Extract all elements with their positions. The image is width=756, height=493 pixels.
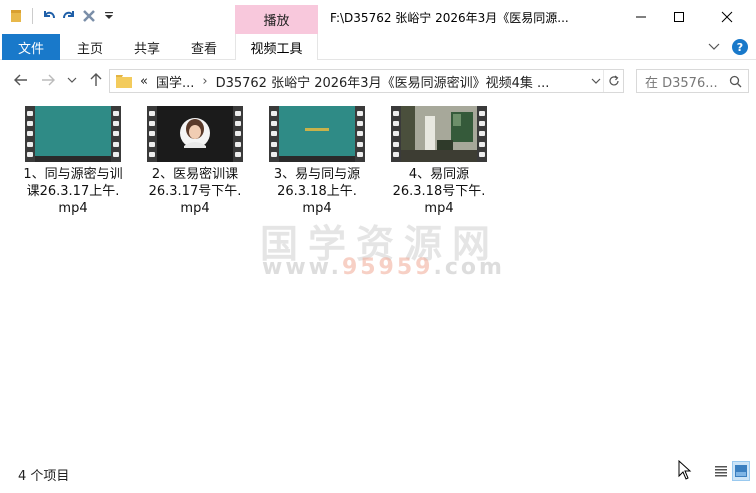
tab-video-tools[interactable]: 视频工具 (235, 34, 318, 60)
recent-locations-button[interactable] (64, 72, 80, 88)
tab-file[interactable]: 文件 (2, 34, 60, 60)
file-item[interactable]: 2、医易密训课 26.3.17号下午. mp4 (139, 106, 251, 217)
film-strip-left (269, 106, 279, 162)
breadcrumb-item-current[interactable]: D35762 张峪宁 2026年3月《医易同源密训》视频4集 ... (216, 72, 550, 91)
film-strip-right (111, 106, 121, 162)
video-thumbnail (269, 106, 365, 162)
help-icon[interactable]: ? (732, 39, 748, 55)
refresh-button[interactable] (603, 70, 623, 92)
details-view-icon (715, 466, 727, 477)
thumbnail-frame-board (35, 106, 111, 162)
maximize-button[interactable] (656, 0, 702, 34)
film-strip-left (391, 106, 401, 162)
maximize-icon (674, 12, 684, 22)
up-arrow-icon (90, 73, 102, 86)
tab-view[interactable]: 查看 (180, 34, 228, 60)
film-strip-right (233, 106, 243, 162)
film-strip-right (477, 106, 487, 162)
back-arrow-icon (14, 74, 27, 86)
forward-arrow-icon (42, 74, 55, 86)
breadcrumb-overflow[interactable]: « (140, 74, 148, 89)
qat-divider (32, 8, 33, 24)
window-title: F:\D35762 张峪宁 2026年3月《医易同源... (330, 11, 569, 25)
chevron-down-icon (67, 77, 77, 83)
film-strip-right (355, 106, 365, 162)
file-name: 4、易同源 26.3.18号下午. mp4 (392, 167, 486, 216)
ribbon-right-controls: ? (708, 39, 748, 55)
ribbon-tabs: 文件 主页 共享 查看 视频工具 ? (0, 34, 756, 60)
address-bar[interactable]: « 国学... › D35762 张峪宁 2026年3月《医易同源密训》视频4集… (109, 69, 624, 93)
tab-home[interactable]: 主页 (66, 34, 114, 60)
search-placeholder: 在 D3576... (645, 75, 718, 91)
video-thumbnail (147, 106, 243, 162)
redo-icon[interactable] (61, 8, 77, 24)
navigation-bar: « 国学... › D35762 张峪宁 2026年3月《医易同源密训》视频4集… (0, 62, 756, 98)
breadcrumb-separator-icon[interactable]: › (202, 74, 207, 89)
breadcrumb-item-guoxue[interactable]: 国学... (156, 72, 194, 91)
file-name: 1、同与源密与训 课26.3.17上午. mp4 (23, 167, 123, 216)
folder-small-icon[interactable] (8, 8, 24, 24)
customize-toolbar-icon[interactable] (101, 8, 117, 24)
file-item[interactable]: 1、同与源密与训 课26.3.17上午. mp4 (17, 106, 129, 217)
folder-icon (116, 74, 132, 88)
refresh-icon (608, 75, 619, 86)
thumbnail-frame-board-text (279, 106, 355, 162)
mouse-cursor-icon (678, 459, 692, 483)
minimize-icon (636, 16, 646, 18)
title-bar: 播放 F:\D35762 张峪宁 2026年3月《医易同源... (0, 0, 756, 34)
undo-icon[interactable] (41, 8, 57, 24)
details-view-button[interactable] (712, 461, 730, 481)
film-strip-left (25, 106, 35, 162)
watermark-url: www.95959.com (262, 255, 505, 280)
view-toggle (712, 461, 750, 481)
close-icon (721, 11, 733, 23)
video-thumbnail (25, 106, 121, 162)
up-button[interactable] (88, 72, 104, 88)
expand-ribbon-icon[interactable] (708, 40, 720, 54)
status-item-count: 4 个项目 (18, 469, 70, 484)
large-icons-view-button[interactable] (732, 461, 750, 481)
tab-share[interactable]: 共享 (123, 34, 171, 60)
search-icon (729, 75, 742, 87)
thumbnail-frame-room (401, 106, 477, 162)
breadcrumb: « 国学... › D35762 张峪宁 2026年3月《医易同源密训》视频4集… (140, 72, 549, 91)
forward-button[interactable] (40, 72, 56, 88)
file-list: 1、同与源密与训 课26.3.17上午. mp4 2、医易密训课 26.3.17… (0, 100, 756, 460)
file-name: 2、医易密训课 26.3.17号下午. mp4 (148, 167, 242, 216)
file-item[interactable]: 4、易同源 26.3.18号下午. mp4 (383, 106, 495, 217)
film-strip-left (147, 106, 157, 162)
thumbnail-frame-portrait (157, 106, 233, 162)
close-button[interactable] (704, 0, 750, 34)
file-name: 3、易与同与源 26.3.18上午. mp4 (273, 167, 361, 216)
delete-icon[interactable] (81, 8, 97, 24)
file-item[interactable]: 3、易与同与源 26.3.18上午. mp4 (261, 106, 373, 217)
back-button[interactable] (13, 72, 29, 88)
large-icons-view-icon (735, 465, 747, 477)
contextual-tab-play[interactable]: 播放 (235, 5, 318, 34)
search-box[interactable]: 在 D3576... (636, 69, 749, 93)
video-thumbnail (391, 106, 487, 162)
address-dropdown-icon[interactable] (591, 74, 601, 88)
quick-access-toolbar (8, 8, 117, 24)
